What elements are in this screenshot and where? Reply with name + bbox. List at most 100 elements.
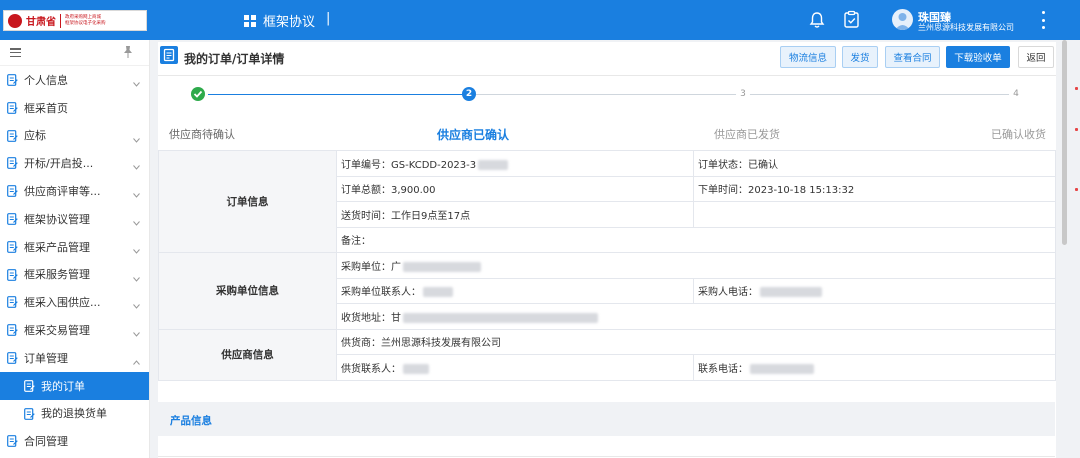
download-receipt-button[interactable]: 下载验收单: [946, 46, 1010, 68]
edge-marker: [1075, 188, 1078, 191]
buyer-unit-value: 广: [391, 261, 401, 273]
logo-divider: [60, 13, 61, 28]
order-time-value: 2023-10-18 15:13:32: [748, 185, 855, 197]
sidebar-item-label: 框采交易管理: [24, 324, 90, 338]
check-icon: [193, 90, 203, 98]
trade-icon: [7, 324, 18, 337]
buyer-phone-cell: 采购人电话：: [693, 277, 1056, 304]
delivery-address-value: 甘: [391, 312, 401, 324]
user-organization: 兰州思源科技发展有限公司: [918, 23, 1014, 32]
table-row: 供应商信息 供货商：兰州思源科技发展有限公司: [158, 328, 1056, 381]
product-info-header: 产品信息: [158, 402, 1055, 436]
shortlist-icon: [7, 296, 18, 309]
order-info-section-title: 订单信息: [158, 150, 337, 253]
avatar[interactable]: [892, 9, 913, 30]
content-divider: [158, 456, 1055, 457]
sidebar-item-6[interactable]: 框采产品管理: [0, 233, 149, 261]
step-4-node: 4: [1009, 87, 1023, 101]
sidebar-item-label: 框架协议管理: [24, 212, 90, 226]
table-row: 采购单位信息 采购单位：广: [158, 252, 1056, 330]
sidebar: 个人信息框采首页应标开标/开启投... 供应商评审等... 框架协议管理 框采产品管理…: [0, 40, 150, 458]
system-switcher[interactable]: 框架协议: [244, 11, 315, 30]
step-1-label: 供应商待确认: [169, 128, 235, 141]
buyer-contact-label: 采购单位联系人：: [341, 287, 421, 299]
chevron-up-icon: [133, 355, 140, 365]
sidebar-item-label: 个人信息: [24, 73, 68, 87]
chevron-down-icon: [133, 188, 140, 198]
home-doc-icon: [7, 101, 18, 114]
delivery-address-cell: 收货地址：甘: [336, 303, 1056, 330]
site-logo[interactable]: 甘肃省 政府采购网上商城 框架协议电子化采购: [3, 10, 147, 31]
sidebar-item-1[interactable]: 框采首页: [0, 94, 149, 122]
menu-toggle-icon[interactable]: [10, 48, 21, 57]
order-number-cell: 订单编号：GS-KCDD-2023-3: [336, 150, 694, 177]
table-row: 订单信息 订单编号：GS-KCDD-2023-3 订单状态：已确认: [158, 150, 1056, 253]
sidebar-item-5[interactable]: 框架协议管理: [0, 205, 149, 233]
step-4-label: 已确认收货: [991, 128, 1046, 141]
chevron-down-icon: [133, 299, 140, 310]
sidebar-item-8[interactable]: 框采入围供应...: [0, 288, 149, 316]
step-connector-2: [476, 94, 744, 95]
sidebar-item-4[interactable]: 供应商评审等...: [0, 177, 149, 205]
step-3-label: 供应商已发货: [714, 128, 780, 141]
bell-icon[interactable]: [809, 11, 825, 29]
buyer-unit-label: 采购单位：: [341, 261, 391, 273]
chevron-down-icon: [133, 160, 140, 171]
chevron-down-icon: [133, 272, 140, 282]
sidebar-item-9[interactable]: 框采交易管理: [0, 316, 149, 344]
system-name: 框架协议: [263, 15, 316, 30]
user-doc-icon: [7, 74, 18, 86]
document-icon: [160, 46, 178, 64]
view-contract-button[interactable]: 查看合同: [885, 46, 940, 68]
sidebar-item-label: 应标: [24, 129, 46, 143]
order-total-cell: 订单总额：3,900.00: [336, 175, 694, 202]
order-total-value: 3,900.00: [391, 185, 436, 197]
step-2-label: 供应商已确认: [437, 128, 510, 142]
sidebar-item-10[interactable]: 订单管理: [0, 344, 149, 372]
clipboard-check-icon[interactable]: [843, 10, 860, 29]
step-connector-1: [208, 94, 472, 95]
logo-subtitle-line2: 框架协议电子化采购: [65, 20, 106, 26]
more-menu-icon[interactable]: [1038, 11, 1048, 29]
chevron-down-icon: [133, 244, 140, 254]
bid-icon: [7, 129, 18, 142]
step-1-node: [191, 87, 205, 101]
sidebar-item-label: 框采服务管理: [24, 268, 90, 282]
sidebar-item-0[interactable]: 个人信息: [0, 66, 149, 94]
step-3-node: 3: [736, 87, 750, 101]
supplier-contact-cell: 供货联系人：: [336, 354, 694, 381]
open-bid-icon: [7, 157, 18, 170]
step-connector-3: [748, 94, 1010, 95]
chevron-down-icon: [133, 133, 140, 143]
pin-icon[interactable]: [122, 45, 134, 59]
sidebar-item-3[interactable]: 开标/开启投...: [0, 149, 149, 177]
supplier-phone-cell: 联系电话：: [693, 354, 1056, 381]
order-status-cell: 订单状态：已确认: [693, 150, 1056, 177]
sidebar-item-label: 供应商评审等...: [24, 185, 101, 199]
sidebar-item-7[interactable]: 框采服务管理: [0, 261, 149, 289]
sidebar-item-label: 订单管理: [24, 351, 68, 365]
buyer-phone-label: 采购人电话：: [698, 287, 758, 299]
page-title: 我的订单/订单详情: [184, 52, 285, 66]
supplier-value: 兰州思源科技发展有限公司: [381, 338, 501, 350]
buyer-unit-cell: 采购单位：广: [336, 252, 1056, 279]
contract-icon: [7, 435, 18, 448]
chevron-down-icon: [133, 216, 140, 226]
sidebar-subitem-0[interactable]: 我的订单: [0, 371, 149, 400]
step-2-node: 2: [462, 87, 476, 101]
sidebar-item-2[interactable]: 应标: [0, 122, 149, 150]
sidebar-menu: 个人信息框采首页应标开标/开启投... 供应商评审等... 框架协议管理 框采产品管理…: [0, 66, 149, 455]
back-button[interactable]: 返回: [1018, 46, 1054, 68]
sidebar-subitem-1[interactable]: 我的退换货单: [0, 400, 149, 428]
supplier-contact-label: 供货联系人：: [341, 363, 401, 375]
buyer-info-section-title: 采购单位信息: [158, 252, 337, 330]
logistics-info-button[interactable]: 物流信息: [780, 46, 836, 68]
ship-button[interactable]: 发货: [842, 46, 878, 68]
sidebar-item-label: 框采首页: [24, 101, 68, 115]
sidebar-item-label: 框采产品管理: [24, 240, 90, 254]
sidebar-item-label: 我的订单: [41, 379, 85, 393]
supplier-info-section-title: 供应商信息: [158, 328, 337, 381]
sidebar-item-contract-management[interactable]: 合同管理: [0, 427, 149, 455]
page-scrollbar[interactable]: [1062, 40, 1067, 245]
page-header: 我的订单/订单详情 物流信息 发货 查看合同 下载验收单 返回: [158, 42, 1056, 72]
